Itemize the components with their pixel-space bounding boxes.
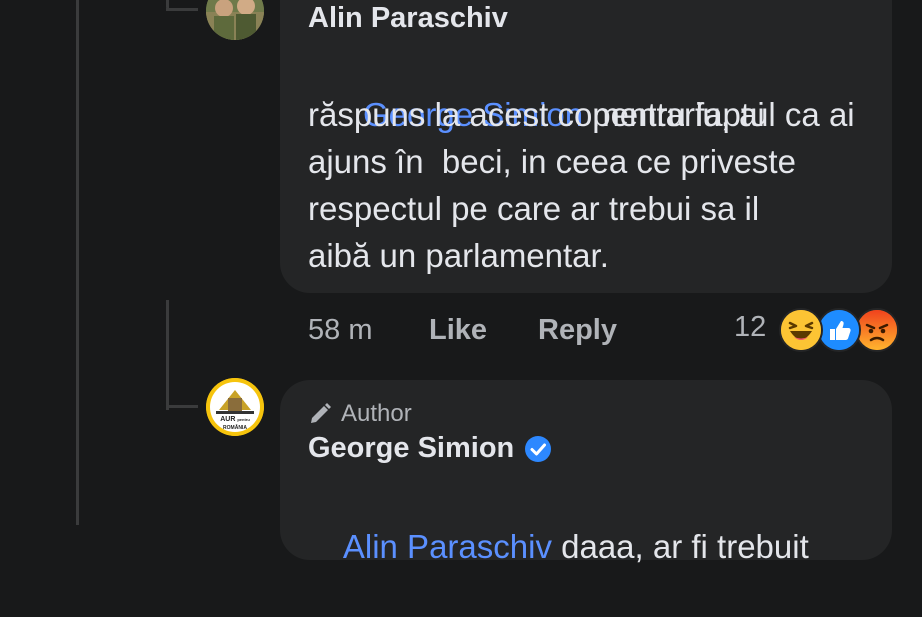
- thread-line-connector: [166, 405, 198, 408]
- avatar-alin-paraschiv[interactable]: [206, 0, 264, 40]
- thread-line-inner: [166, 300, 169, 410]
- avatar-george-simion[interactable]: AUR pentru ROMÂNIA: [206, 378, 264, 436]
- reaction-count: 12: [734, 311, 767, 343]
- reply-button[interactable]: Reply: [538, 314, 617, 347]
- comment-text-line: respectul pe care ar trebui sa il: [308, 190, 760, 227]
- comment-text: Alin Paraschiv daaa, ar fi trebuit: [308, 476, 809, 617]
- pencil-icon: [307, 401, 333, 427]
- like-button[interactable]: Like: [429, 314, 487, 347]
- author-badge: Author: [307, 400, 412, 428]
- thread-line-connector-top2: [166, 8, 198, 11]
- verified-badge-icon: [524, 435, 552, 463]
- avatar-logo-text: pentru: [237, 417, 250, 422]
- comment-text-line: aibă un parlamentar.: [308, 237, 609, 274]
- comment-text-line: ajuns în beci, in ceea ce priveste: [308, 143, 796, 180]
- comment-text-line: daaa, ar fi trebuit: [551, 528, 809, 565]
- comment-text-line: răspuns la acest comentariu, ai: [308, 96, 765, 133]
- mention-link[interactable]: Alin Paraschiv: [343, 528, 552, 565]
- comment-timestamp[interactable]: 58 m: [308, 314, 372, 347]
- avatar-logo-text: AUR: [220, 416, 236, 423]
- thread-line-outer: [76, 0, 79, 525]
- author-badge-label: Author: [341, 400, 412, 427]
- avatar-logo-text: ROMÂNIA: [223, 425, 247, 431]
- haha-icon: [779, 308, 823, 352]
- comment-author-name[interactable]: Alin Paraschiv: [308, 2, 508, 35]
- like-icon: [817, 308, 861, 352]
- comment-author-name[interactable]: George Simion: [308, 432, 514, 465]
- angry-icon: [855, 308, 899, 352]
